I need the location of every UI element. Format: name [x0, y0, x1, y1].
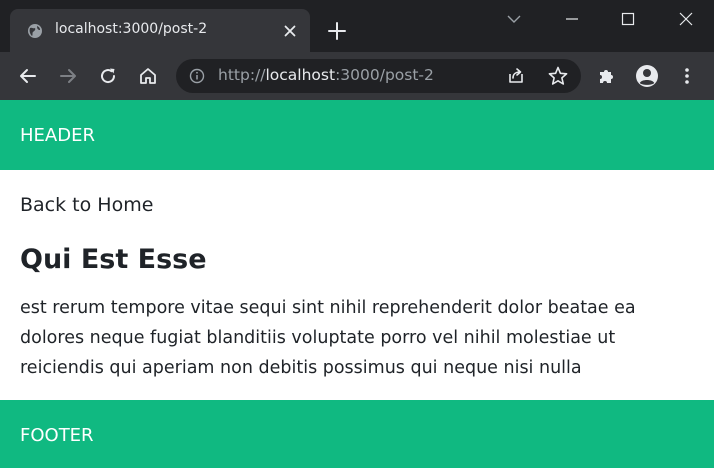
reload-button[interactable]: [96, 64, 120, 88]
puzzle-icon: [600, 70, 613, 83]
address-bar[interactable]: http://localhost:3000/post-2: [176, 59, 581, 93]
header-text: HEADER: [20, 125, 95, 146]
post-body: est rerum tempore vitae sequi sint nihil…: [20, 298, 636, 378]
url-scheme: http://: [218, 66, 266, 84]
post-title: Qui Est Esse: [20, 244, 207, 275]
home-icon: [140, 68, 156, 84]
info-icon[interactable]: [189, 68, 205, 84]
url-text[interactable]: http://localhost:3000/post-2: [218, 66, 434, 84]
window-close-button[interactable]: [662, 0, 710, 38]
star-icon[interactable]: [547, 65, 569, 87]
kebab-menu-icon: [685, 68, 689, 84]
home-button[interactable]: [136, 64, 160, 88]
tab-title: localhost:3000/post-2: [55, 21, 208, 37]
profile-icon: [636, 65, 658, 87]
tab-search-button[interactable]: [490, 0, 538, 38]
url-path: :3000/post-2: [335, 66, 434, 84]
forward-arrow-icon: [60, 69, 76, 83]
site-header: HEADER: [0, 100, 714, 170]
extensions-button[interactable]: [595, 64, 619, 88]
menu-button[interactable]: [675, 64, 699, 88]
browser-toolbar: http://localhost:3000/post-2: [0, 52, 714, 100]
forward-button[interactable]: [56, 64, 80, 88]
browser-tab[interactable]: localhost:3000/post-2: [10, 9, 310, 52]
back-button[interactable]: [16, 64, 40, 88]
minimize-icon: [566, 18, 578, 20]
maximize-button[interactable]: [604, 0, 652, 38]
close-icon[interactable]: [282, 23, 298, 39]
back-arrow-icon: [20, 69, 36, 83]
chevron-down-icon: [507, 15, 521, 23]
maximize-icon: [621, 12, 635, 26]
url-host: localhost: [265, 66, 336, 84]
globe-icon: [28, 24, 42, 38]
reload-icon: [101, 68, 116, 84]
profile-button[interactable]: [635, 64, 659, 88]
share-icon[interactable]: [506, 66, 526, 86]
minimize-button[interactable]: [548, 0, 596, 38]
back-to-home-link[interactable]: Back to Home: [20, 194, 153, 216]
window-close-icon: [679, 12, 693, 26]
tab-strip: localhost:3000/post-2: [0, 0, 714, 52]
site-footer: FOOTER: [0, 400, 714, 468]
plus-icon[interactable]: [326, 20, 348, 42]
footer-text: FOOTER: [20, 425, 94, 446]
